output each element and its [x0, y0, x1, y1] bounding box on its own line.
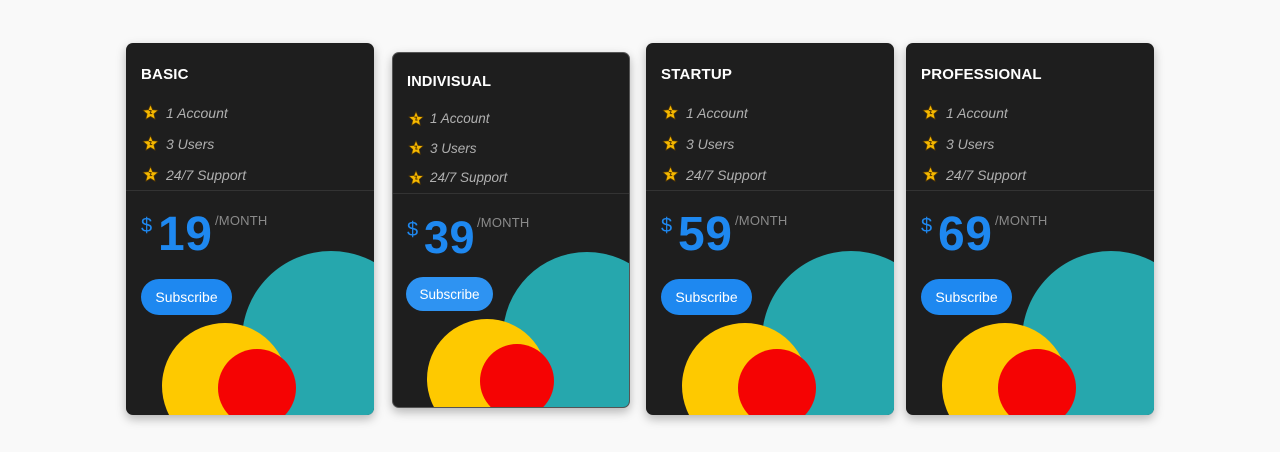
feature-item: 24/7 Support: [141, 159, 246, 190]
feature-list: 1 Account 3 Users 24/7 Support: [921, 97, 1026, 190]
feature-label: 24/7 Support: [946, 166, 1027, 183]
star-icon: [661, 103, 680, 122]
price-amount: 39: [424, 212, 476, 263]
feature-item: 1 Account: [661, 97, 766, 128]
feature-label: 1 Account: [946, 104, 1008, 121]
price-currency: $: [661, 215, 673, 237]
feature-item: 3 Users: [661, 128, 766, 159]
feature-label: 3 Users: [686, 135, 735, 152]
feature-item: 3 Users: [921, 128, 1026, 159]
star-icon: [921, 134, 940, 153]
feature-list: 1 Account 3 Users 24/7 Support: [661, 97, 766, 190]
price-amount: 69: [938, 208, 993, 261]
feature-item: 24/7 Support: [661, 159, 766, 190]
star-icon: [921, 103, 940, 122]
star-icon: [141, 103, 160, 122]
decorative-circle-red: [480, 344, 554, 407]
feature-label: 1 Account: [686, 104, 748, 121]
feature-item: 1 Account: [407, 104, 507, 134]
subscribe-button[interactable]: Subscribe: [661, 279, 752, 315]
star-icon: [407, 110, 425, 128]
feature-label: 1 Account: [430, 111, 490, 127]
star-icon: [661, 165, 680, 184]
plan-title: PROFESSIONAL: [921, 66, 1042, 83]
feature-list: 1 Account 3 Users 24/7 Support: [141, 97, 246, 190]
star-icon: [141, 134, 160, 153]
divider: [646, 190, 894, 191]
pricing-card-basic: BASIC 1 Account 3 Users 24/7 Support $ 1…: [126, 43, 374, 415]
pricing-section: BASIC 1 Account 3 Users 24/7 Support $ 1…: [0, 0, 1280, 452]
price-amount: 59: [678, 208, 733, 261]
feature-item: 24/7 Support: [407, 163, 507, 193]
subscribe-button[interactable]: Subscribe: [921, 279, 1012, 315]
price-currency: $: [141, 215, 153, 237]
price-currency: $: [407, 219, 419, 241]
feature-label: 24/7 Support: [430, 170, 508, 186]
feature-list: 1 Account 3 Users 24/7 Support: [407, 104, 507, 193]
price-period: /MONTH: [477, 215, 530, 230]
star-icon: [407, 139, 425, 157]
feature-item: 3 Users: [141, 128, 246, 159]
divider: [906, 190, 1154, 191]
feature-label: 3 Users: [166, 135, 215, 152]
price-period: /MONTH: [995, 213, 1048, 228]
subscribe-button[interactable]: Subscribe: [406, 277, 493, 311]
price-amount: 19: [158, 208, 213, 261]
feature-label: 3 Users: [946, 135, 995, 152]
plan-title: BASIC: [141, 66, 189, 83]
pricing-card-indivisual: INDIVISUAL 1 Account 3 Users 24/7 Suppor…: [392, 52, 630, 408]
pricing-card-startup: STARTUP 1 Account 3 Users 24/7 Support $…: [646, 43, 894, 415]
feature-label: 1 Account: [166, 104, 228, 121]
price-currency: $: [921, 215, 933, 237]
subscribe-button[interactable]: Subscribe: [141, 279, 232, 315]
feature-label: 24/7 Support: [166, 166, 247, 183]
divider: [126, 190, 374, 191]
price-period: /MONTH: [735, 213, 788, 228]
star-icon: [407, 169, 425, 187]
star-icon: [141, 165, 160, 184]
feature-item: 1 Account: [141, 97, 246, 128]
feature-label: 3 Users: [430, 140, 477, 156]
plan-title: STARTUP: [661, 66, 733, 83]
pricing-card-professional: PROFESSIONAL 1 Account 3 Users 24/7 Supp…: [906, 43, 1154, 415]
star-icon: [661, 134, 680, 153]
star-icon: [921, 165, 940, 184]
feature-label: 24/7 Support: [686, 166, 767, 183]
divider: [393, 193, 629, 194]
plan-title: INDIVISUAL: [407, 74, 492, 90]
feature-item: 24/7 Support: [921, 159, 1026, 190]
feature-item: 3 Users: [407, 134, 507, 164]
feature-item: 1 Account: [921, 97, 1026, 128]
price-period: /MONTH: [215, 213, 268, 228]
